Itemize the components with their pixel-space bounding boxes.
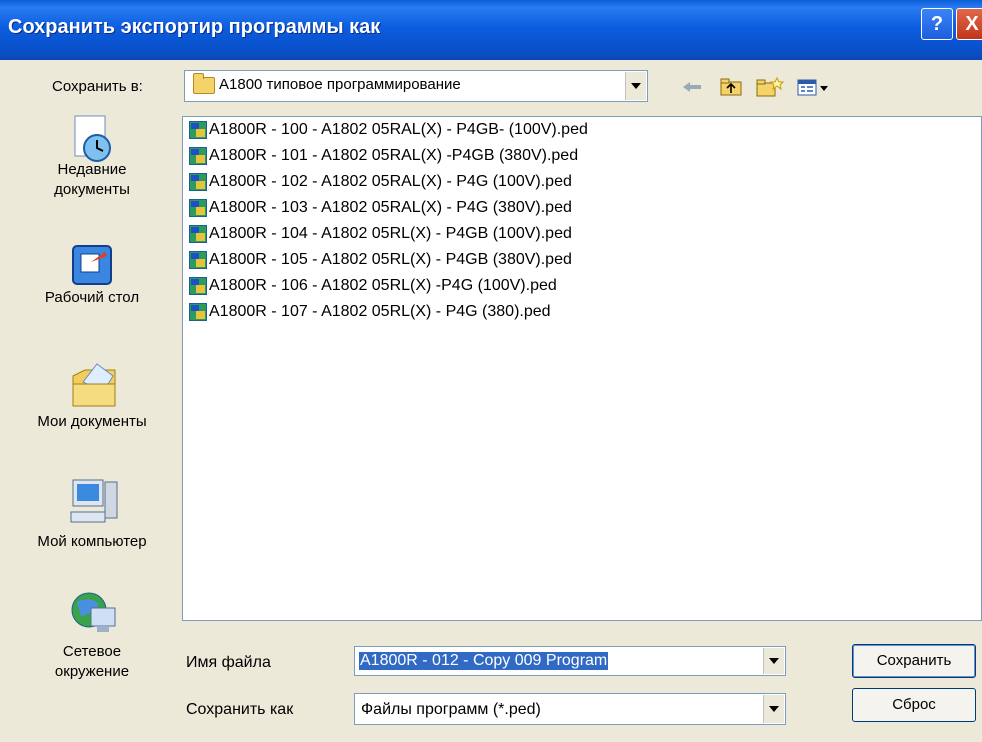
list-item[interactable]: A1800R - 102 - A1802 05RAL(X) - P4G (100…: [189, 171, 572, 193]
new-folder-icon[interactable]: [755, 76, 785, 98]
chevron-down-icon[interactable]: [763, 648, 784, 674]
chevron-down-icon[interactable]: [763, 695, 784, 723]
file-name: A1800R - 105 - A1802 05RL(X) - P4GB (380…: [209, 251, 572, 268]
list-item[interactable]: A1800R - 104 - A1802 05RL(X) - P4GB (100…: [189, 223, 572, 245]
chevron-down-icon[interactable]: [625, 72, 646, 100]
place-desktop[interactable]: Рабочий стол: [10, 242, 174, 308]
close-button[interactable]: X: [956, 8, 982, 40]
folder-icon: [193, 73, 215, 94]
place-label: Мои документы: [37, 413, 147, 430]
file-list[interactable]: A1800R - 100 - A1802 05RAL(X) - P4GB- (1…: [182, 116, 982, 621]
place-label: документы: [54, 181, 130, 198]
file-name: A1800R - 104 - A1802 05RL(X) - P4GB (100…: [209, 225, 572, 242]
save-in-label: Сохранить в:: [52, 78, 143, 95]
save-button[interactable]: Сохранить: [852, 644, 976, 678]
file-name: A1800R - 101 - A1802 05RAL(X) -P4GB (380…: [209, 147, 579, 164]
place-network[interactable]: Сетевое окружение: [10, 586, 174, 682]
place-label: Сетевое: [62, 643, 122, 660]
ped-file-icon: [189, 173, 207, 191]
title-bar: Сохранить экспортир программы как ? X: [0, 0, 982, 60]
savetype-value: Файлы программ (*.ped): [361, 701, 541, 718]
ped-file-icon: [189, 225, 207, 243]
list-item[interactable]: A1800R - 100 - A1802 05RAL(X) - P4GB- (1…: [189, 119, 588, 141]
filename-input[interactable]: A1800R - 012 - Copy 009 Program: [354, 646, 786, 676]
list-item[interactable]: A1800R - 101 - A1802 05RAL(X) -P4GB (380…: [189, 145, 578, 167]
file-name: A1800R - 102 - A1802 05RAL(X) - P4G (100…: [209, 173, 572, 190]
filename-value: A1800R - 012 - Copy 009 Program: [359, 652, 609, 670]
place-label: окружение: [54, 663, 130, 680]
savetype-select[interactable]: Файлы программ (*.ped): [354, 693, 786, 725]
network-icon: [69, 586, 116, 642]
back-arrow-icon[interactable]: [680, 76, 704, 98]
my-computer-icon: [69, 476, 118, 532]
save-in-value: A1800 типовое программирование: [219, 76, 461, 93]
place-my-documents[interactable]: Мои документы: [10, 356, 174, 432]
filename-label: Имя файла: [186, 654, 271, 671]
ped-file-icon: [189, 277, 207, 295]
file-name: A1800R - 103 - A1802 05RAL(X) - P4G (380…: [209, 199, 572, 216]
up-folder-icon[interactable]: [718, 76, 744, 98]
place-label: Рабочий стол: [44, 289, 140, 306]
list-item[interactable]: A1800R - 105 - A1802 05RL(X) - P4GB (380…: [189, 249, 572, 271]
list-item[interactable]: A1800R - 107 - A1802 05RL(X) - P4G (380)…: [189, 301, 551, 323]
recent-documents-icon: [69, 114, 115, 162]
ped-file-icon: [189, 251, 207, 269]
list-item[interactable]: A1800R - 103 - A1802 05RAL(X) - P4G (380…: [189, 197, 572, 219]
ped-file-icon: [189, 147, 207, 165]
my-documents-icon: [69, 356, 116, 412]
ped-file-icon: [189, 303, 207, 321]
place-my-computer[interactable]: Мой компьютер: [10, 476, 174, 552]
places-bar: Недавние документы Рабочий стол Мои доку…: [10, 108, 174, 718]
ped-file-icon: [189, 199, 207, 217]
cancel-button[interactable]: Сброс: [852, 688, 976, 722]
file-name: A1800R - 107 - A1802 05RL(X) - P4G (380)…: [209, 303, 551, 320]
place-label: Мой компьютер: [37, 533, 147, 550]
window-title: Сохранить экспортир программы как: [8, 16, 381, 38]
list-item[interactable]: A1800R - 106 - A1802 05RL(X) -P4G (100V)…: [189, 275, 557, 297]
file-name: A1800R - 100 - A1802 05RAL(X) - P4GB- (1…: [209, 121, 588, 138]
views-menu-icon[interactable]: [796, 76, 832, 98]
help-button[interactable]: ?: [921, 8, 953, 40]
ped-file-icon: [189, 121, 207, 139]
save-in-combo[interactable]: A1800 типовое программирование: [184, 70, 648, 102]
desktop-icon: [69, 242, 115, 288]
place-recent-documents[interactable]: Недавние документы: [10, 114, 174, 200]
savetype-label: Сохранить как: [186, 701, 294, 718]
file-name: A1800R - 106 - A1802 05RL(X) -P4G (100V)…: [209, 277, 557, 294]
